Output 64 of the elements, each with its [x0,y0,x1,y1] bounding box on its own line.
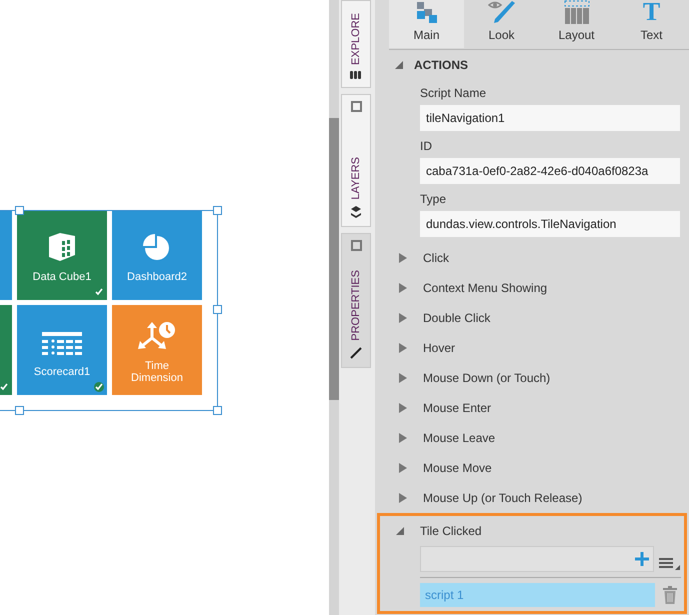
collapsed-arrow-icon[interactable] [398,493,408,503]
resize-handle[interactable] [15,406,24,415]
event-label[interactable]: Hover [423,339,456,357]
tile-label: Dashboard2 [126,271,188,283]
collapsed-arrow-icon[interactable] [398,433,408,443]
toolbar-tab[interactable]: Look [464,0,539,48]
tile-label: Data Cube1 [32,271,92,283]
text-format-icon: T [642,0,660,24]
scrollbar-track[interactable] [329,0,340,615]
resize-handle[interactable] [213,305,222,314]
resize-handle[interactable] [213,206,222,215]
collapsed-arrow-icon[interactable] [398,283,408,293]
section-heading: ACTIONS [414,57,468,74]
event-label[interactable]: Double Click [423,309,490,327]
event-label[interactable]: Mouse Up (or Touch Release) [423,489,582,507]
cube-icon [46,231,78,263]
text-field[interactable]: caba731a-0ef0-2a82-42e6-d040a6f0823a [420,158,680,184]
collapsed-arrow-icon[interactable] [398,313,408,323]
tile-label: Time Dimension [130,360,184,384]
collapsed-arrow-icon[interactable] [398,373,408,383]
collapsed-arrow-icon[interactable] [398,253,408,263]
properties-icon [350,347,362,359]
explore-icon [350,71,362,79]
field-label: Type [420,191,448,206]
text-field[interactable]: dundas.view.controls.TileNavigation [420,211,680,237]
add-icon[interactable] [635,552,649,566]
menu-icon[interactable] [657,556,681,570]
event-label[interactable]: Mouse Down (or Touch) [423,369,550,387]
panel-icon [350,240,362,251]
event-label[interactable]: Context Menu Showing [423,279,548,297]
event-label[interactable]: Click [423,249,449,267]
trash-icon[interactable] [663,586,677,604]
side-tab[interactable]: LAYERS [341,94,372,227]
resize-handle[interactable] [213,406,222,415]
pie-chart-icon [142,233,172,263]
scrollbar-thumb[interactable] [329,118,340,400]
text-field[interactable]: tileNavigation1 [420,105,680,131]
field-label: ID [420,138,433,153]
event-label[interactable]: Mouse Move [423,459,492,477]
expanded-arrow-icon[interactable] [395,526,405,536]
script-input-field[interactable] [420,546,654,572]
tile-label: Scorecard1 [32,366,92,378]
layers-icon [351,206,362,218]
field-label: Script Name [420,85,488,100]
event-label[interactable]: Tile Clicked [420,522,482,540]
resize-handle[interactable] [15,206,24,215]
toolbar-tab[interactable]: Main [389,0,464,48]
toolbar-tab[interactable]: Layout [539,0,614,48]
collapsed-arrow-icon[interactable] [398,463,408,473]
panel-icon [350,101,362,112]
expanded-arrow-icon[interactable] [394,60,404,70]
time-axes-icon [138,322,176,352]
event-label[interactable]: Mouse Enter [423,399,492,417]
collapsed-arrow-icon[interactable] [398,403,408,413]
side-tab[interactable]: PROPERTIES [341,233,372,368]
collapsed-arrow-icon[interactable] [398,343,408,353]
puzzle-icon [414,0,438,24]
event-label[interactable]: Mouse Leave [423,429,496,447]
eye-brush-icon [488,0,516,24]
toolbar-tab[interactable]: T Text [614,0,689,48]
side-tab[interactable]: EXPLORE [341,0,372,88]
tile[interactable]: Data Cube1 [17,210,107,300]
table-icon [42,332,82,358]
columns-icon [564,0,590,24]
